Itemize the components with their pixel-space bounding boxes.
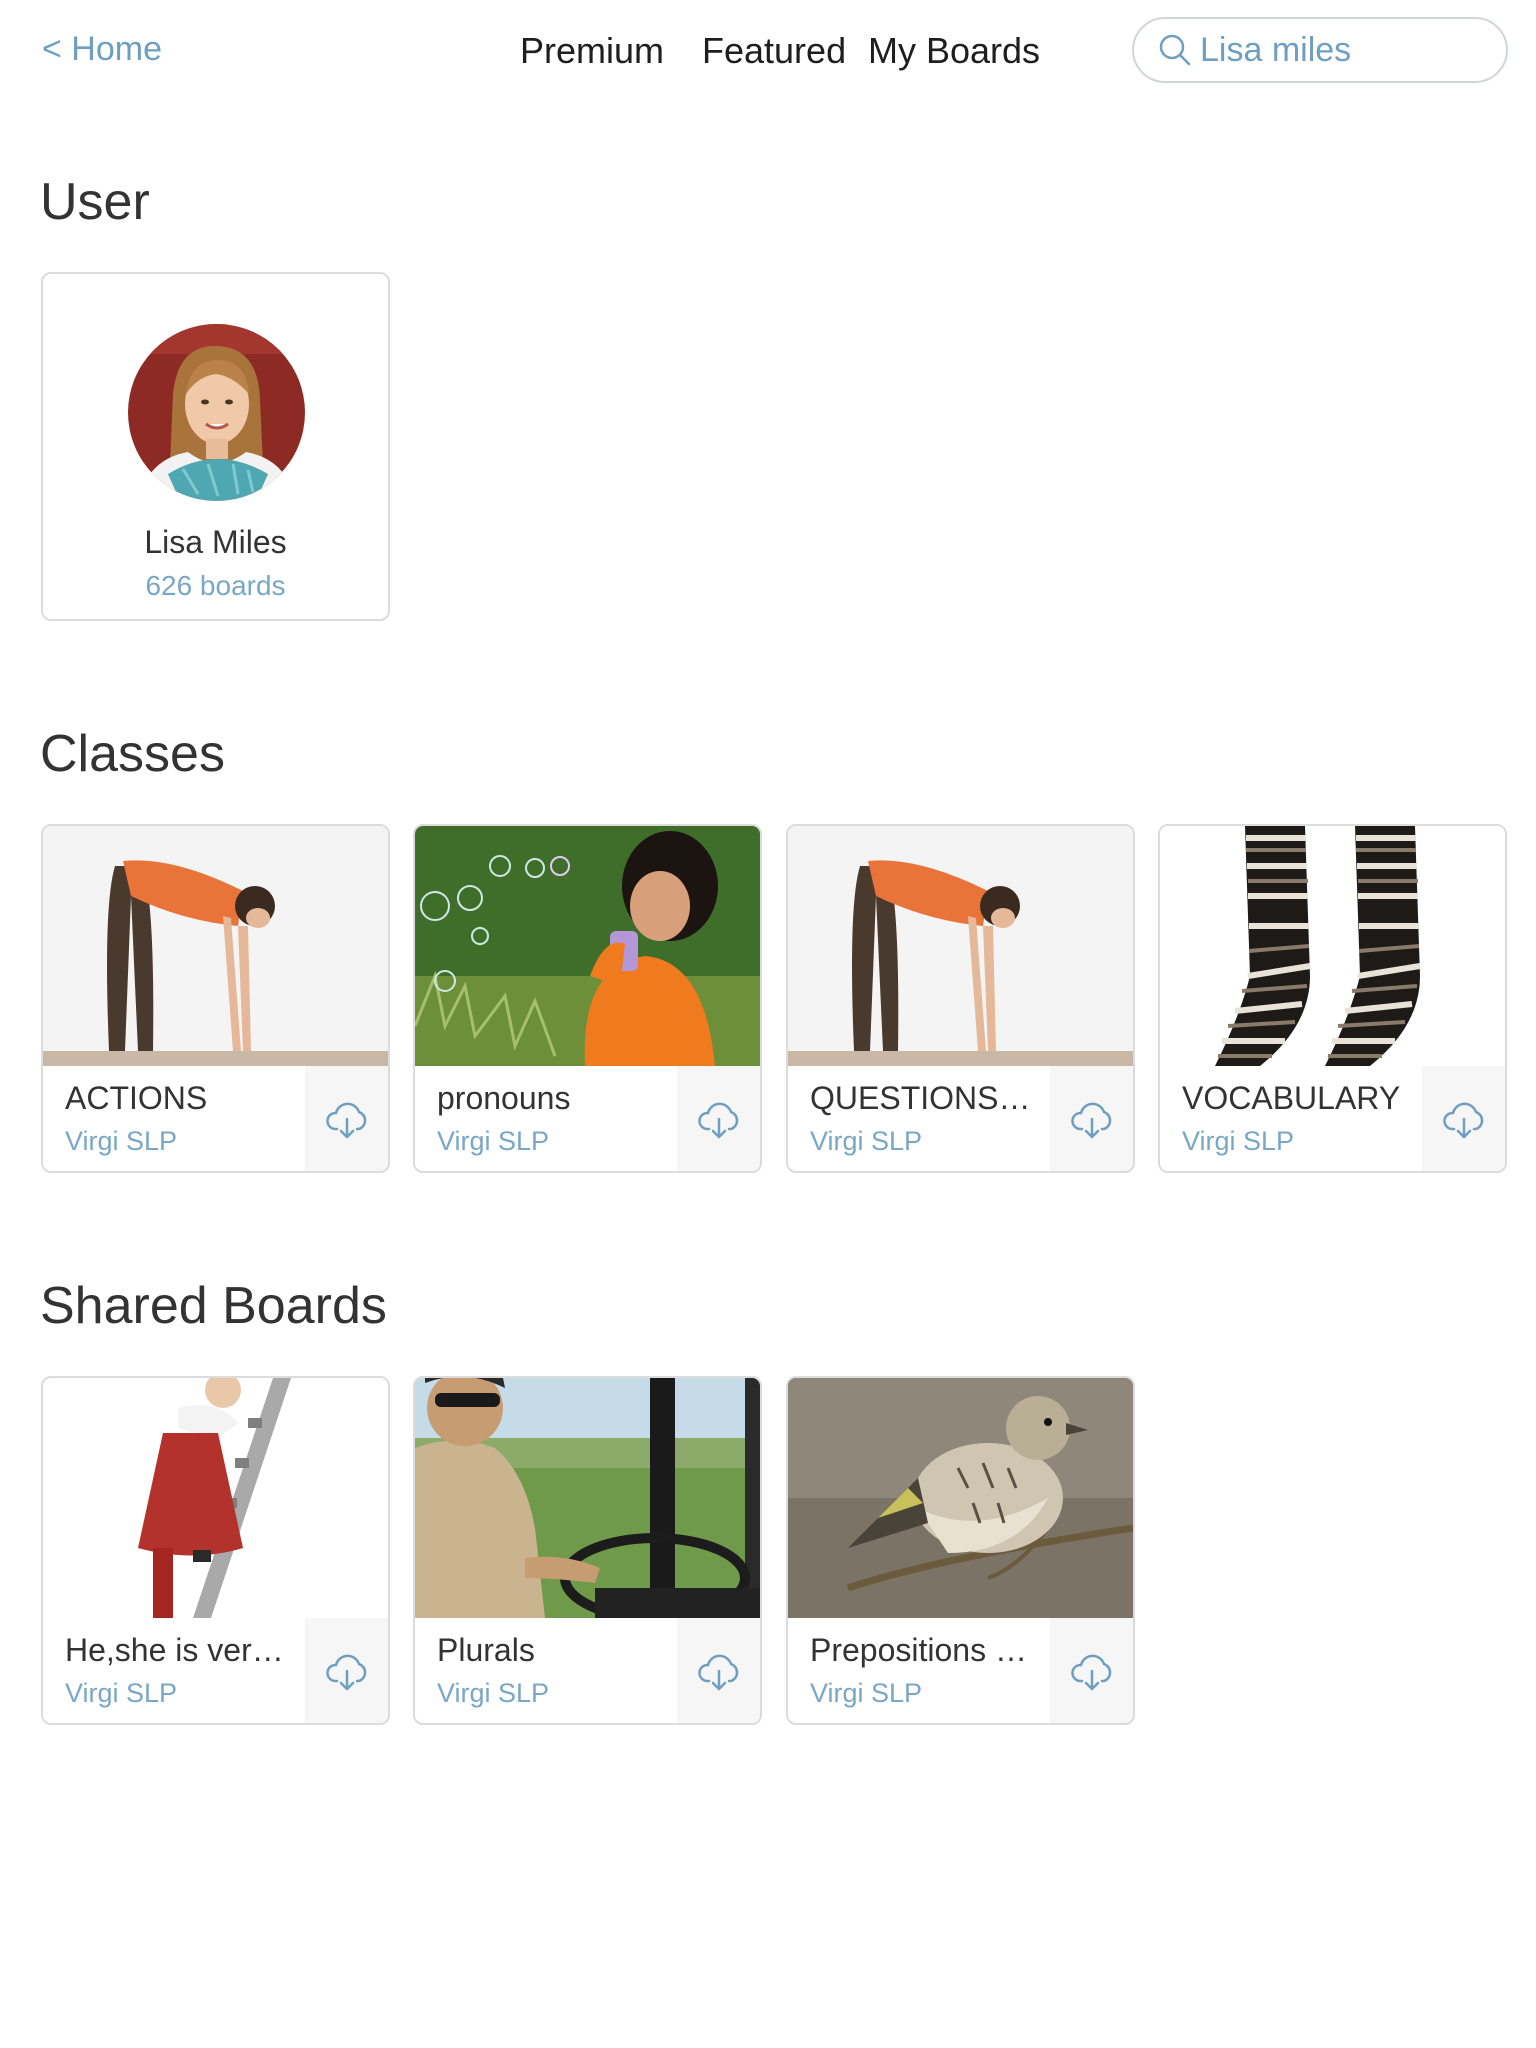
shared-board-card[interactable]: Plurals Virgi SLP — [413, 1376, 762, 1725]
user-board-count: 626 boards — [145, 570, 286, 601]
cloud-download-icon — [1070, 1654, 1111, 1690]
board-author[interactable]: Virgi SLP — [1182, 1126, 1294, 1157]
class-card[interactable]: VOCABULARY Virgi SLP — [1158, 824, 1507, 1173]
nav-my-boards[interactable]: My Boards — [868, 30, 1040, 72]
board-author[interactable]: Virgi SLP — [65, 1678, 177, 1709]
home-back-link[interactable]: < Home — [42, 30, 162, 69]
search-box[interactable] — [1132, 17, 1508, 83]
avatar — [128, 324, 305, 501]
cloud-download-icon — [697, 1102, 738, 1138]
board-author[interactable]: Virgi SLP — [65, 1126, 177, 1157]
shared-board-card[interactable]: He,she is ver… Virgi SLP — [41, 1376, 390, 1725]
download-button[interactable] — [305, 1618, 388, 1723]
download-button[interactable] — [1050, 1066, 1133, 1171]
nav-featured[interactable]: Featured — [702, 30, 846, 72]
cloud-download-icon — [1070, 1102, 1111, 1138]
board-image — [415, 1378, 760, 1618]
search-input[interactable] — [1200, 30, 1490, 70]
cloud-download-icon — [325, 1654, 366, 1690]
board-image — [415, 826, 760, 1066]
user-name: Lisa Miles — [144, 524, 287, 560]
board-title: He,she is ver… — [65, 1632, 284, 1668]
board-title: VOCABULARY — [1182, 1080, 1401, 1116]
cloud-download-icon — [1442, 1102, 1483, 1138]
board-author[interactable]: Virgi SLP — [437, 1126, 549, 1157]
download-button[interactable] — [677, 1618, 760, 1723]
search-icon — [1159, 34, 1191, 66]
board-image — [788, 826, 1133, 1066]
board-image — [1160, 826, 1505, 1066]
section-title-classes: Classes — [40, 725, 225, 783]
section-title-shared-boards: Shared Boards — [40, 1277, 387, 1335]
section-title-user: User — [40, 173, 150, 231]
board-author[interactable]: Virgi SLP — [810, 1678, 922, 1709]
board-author[interactable]: Virgi SLP — [810, 1126, 922, 1157]
download-button[interactable] — [305, 1066, 388, 1171]
class-card[interactable]: QUESTIONS/I… Virgi SLP — [786, 824, 1135, 1173]
cloud-download-icon — [325, 1102, 366, 1138]
download-button[interactable] — [677, 1066, 760, 1171]
nav-premium[interactable]: Premium — [520, 30, 664, 72]
class-card[interactable]: pronouns Virgi SLP — [413, 824, 762, 1173]
board-title: ACTIONS — [65, 1080, 208, 1116]
class-card[interactable]: ACTIONS Virgi SLP — [41, 824, 390, 1173]
user-card[interactable]: Lisa Miles 626 boards — [41, 272, 390, 621]
board-author[interactable]: Virgi SLP — [437, 1678, 549, 1709]
download-button[interactable] — [1050, 1618, 1133, 1723]
board-title: Prepositions (… — [810, 1632, 1035, 1668]
board-title: Plurals — [437, 1632, 535, 1668]
download-button[interactable] — [1422, 1066, 1505, 1171]
board-image — [43, 1378, 388, 1618]
board-image — [43, 826, 388, 1066]
board-image — [788, 1378, 1133, 1618]
board-title: pronouns — [437, 1080, 571, 1116]
shared-board-card[interactable]: Prepositions (… Virgi SLP — [786, 1376, 1135, 1725]
cloud-download-icon — [697, 1654, 738, 1690]
board-title: QUESTIONS/I… — [810, 1080, 1035, 1116]
top-bar: < Home Premium Featured My Boards — [0, 0, 1536, 100]
